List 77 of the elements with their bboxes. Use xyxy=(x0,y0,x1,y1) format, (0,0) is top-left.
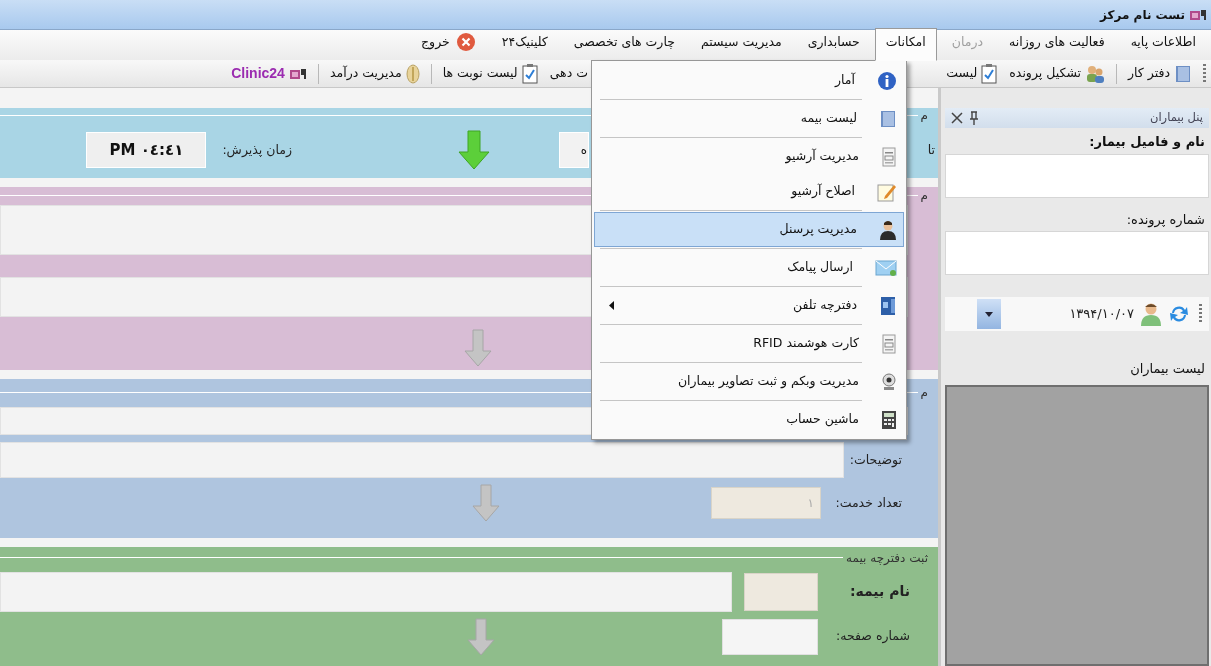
document-icon xyxy=(881,333,897,354)
toolbar-button[interactable]: ت دهی xyxy=(545,62,592,85)
section-legend: م xyxy=(920,186,928,204)
menu-item[interactable]: مدیریت پرسنل xyxy=(594,212,904,247)
input-field[interactable] xyxy=(744,572,818,611)
menu-bar-item[interactable]: کلینیک۲۴ xyxy=(490,28,559,60)
down-arrow-icon xyxy=(457,130,491,170)
date-text: ۱۳۹۴/۱۰/۰۷ xyxy=(1069,305,1134,324)
clinic-logo-icon xyxy=(1189,7,1207,22)
coin-icon xyxy=(405,63,420,84)
menu-item[interactable]: لیست بیمه xyxy=(594,101,904,136)
field-label: شماره پرونده: xyxy=(1125,210,1206,230)
webcam-icon xyxy=(881,371,897,392)
input-field[interactable] xyxy=(722,618,818,655)
menu-item[interactable]: ماشین حساب xyxy=(594,402,904,437)
submenu-arrow-icon xyxy=(609,301,614,310)
calculator-icon xyxy=(881,409,897,430)
window-title: تست نام مرکز xyxy=(1100,6,1185,24)
input-field[interactable]: ه xyxy=(559,132,589,168)
field-label: شماره صفحه: xyxy=(835,627,910,646)
field-label: توضیحات: xyxy=(849,450,902,470)
menu-item[interactable]: دفترچه تلفن xyxy=(594,288,904,323)
input-field[interactable] xyxy=(0,571,732,612)
dropdown-button[interactable] xyxy=(977,299,1001,329)
person-icon[interactable] xyxy=(1140,302,1162,326)
toolbar-button[interactable]: مدیریت درآمد xyxy=(325,61,424,86)
document-icon xyxy=(881,146,897,167)
person-icon xyxy=(879,219,897,240)
book-icon xyxy=(879,109,897,128)
menu-bar-item[interactable]: اطلاعات پایه xyxy=(1119,28,1207,60)
down-arrow-icon xyxy=(463,329,493,367)
toolbar-button[interactable]: لیست xyxy=(942,61,1002,86)
people-icon xyxy=(1085,64,1105,83)
menu-item[interactable]: کارت هوشمند RFID xyxy=(594,326,904,361)
field-label: زمان پذیرش: xyxy=(222,140,292,160)
menu-item[interactable]: مدیریت آرشیو xyxy=(594,139,904,174)
close-icon[interactable] xyxy=(951,112,963,124)
menu-bar-item[interactable]: حسابداری xyxy=(796,28,871,60)
down-arrow-icon xyxy=(466,617,496,656)
caret-icon xyxy=(985,311,993,317)
pin-icon[interactable] xyxy=(969,111,979,125)
info-icon xyxy=(877,70,897,91)
notebook-icon xyxy=(1174,64,1192,83)
menu-item[interactable]: ارسال پیامک xyxy=(594,250,904,285)
envelope-icon xyxy=(875,258,897,277)
menu-bar-item[interactable]: خروج xyxy=(410,27,487,60)
input-field[interactable] xyxy=(945,231,1209,275)
field-label: تا xyxy=(926,140,935,159)
checklist-icon xyxy=(521,63,538,84)
panel-title: پنل بیماران xyxy=(1149,109,1203,127)
clinic-logo-icon xyxy=(288,66,307,81)
close-icon xyxy=(455,32,476,52)
input-field[interactable] xyxy=(0,442,844,479)
menu-item[interactable]: اصلاح آرشیو xyxy=(594,174,904,209)
phone-book-icon xyxy=(879,295,897,316)
menu-bar-item[interactable]: چارت های تخصصی xyxy=(562,28,686,60)
section-legend: ثبت دفترچه بیمه xyxy=(846,548,928,567)
menu-item[interactable]: مدیریت وبکم و ثبت تصاویر بیماران xyxy=(594,364,904,399)
toolbar-button[interactable]: لیست نوبت ها xyxy=(438,61,542,86)
checklist-icon xyxy=(981,63,998,84)
toolbar-button[interactable]: تشکیل پرونده xyxy=(1005,62,1109,85)
input-field[interactable] xyxy=(945,153,1209,198)
menu-item[interactable]: آمار xyxy=(594,63,904,98)
section-legend: م xyxy=(920,383,928,402)
toolbar-button[interactable]: دفتر کار xyxy=(1124,62,1196,85)
brand-link[interactable]: Clinic24 xyxy=(227,61,311,86)
menu-bar-item[interactable]: مدیریت سیستم xyxy=(689,28,793,60)
field-label: نام و فامیل بیمار: xyxy=(1088,133,1206,152)
edit-icon xyxy=(877,181,897,202)
down-arrow-icon xyxy=(471,484,501,523)
menu-bar-item[interactable]: امکانات xyxy=(874,28,937,61)
menu-bar-item[interactable]: فعالیت های روزانه xyxy=(998,28,1116,60)
field-label: لیست بیماران xyxy=(1129,360,1206,378)
section-legend: م xyxy=(920,106,928,124)
field-label: تعداد خدمت: xyxy=(834,493,902,512)
time-field[interactable]: ۰٤:٤١ PM xyxy=(86,132,207,168)
field-label: نام بیمه: xyxy=(848,582,910,601)
